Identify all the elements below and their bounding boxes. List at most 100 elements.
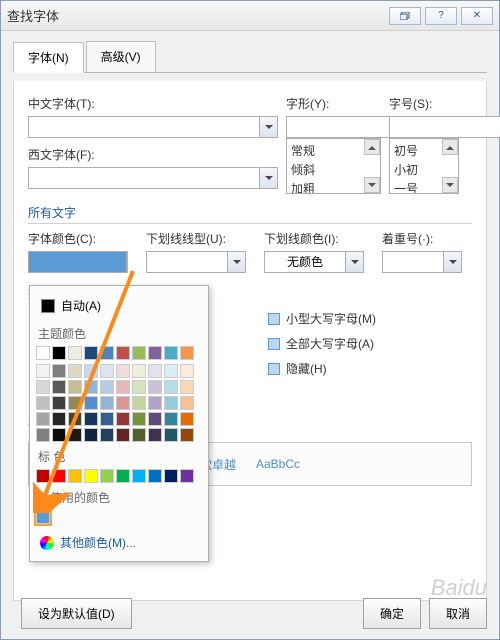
color-swatch[interactable] [52,428,66,442]
color-swatch[interactable] [100,346,114,360]
color-swatch[interactable] [148,380,162,394]
color-swatch[interactable] [116,469,130,483]
ok-button[interactable]: 确定 [363,598,421,629]
font-color-dropdown[interactable] [127,251,128,273]
color-swatch[interactable] [116,396,130,410]
color-swatch[interactable] [52,396,66,410]
emphasis-dropdown[interactable] [444,251,462,273]
color-swatch[interactable] [180,428,194,442]
small-caps-checkbox[interactable]: 小型大写字母(M) [268,310,472,327]
color-swatch[interactable] [132,469,146,483]
color-swatch[interactable] [164,396,178,410]
close-button[interactable]: ✕ [461,7,493,25]
tab-advanced[interactable]: 高级(V) [86,41,156,72]
color-swatch[interactable] [180,412,194,426]
color-swatch[interactable] [164,364,178,378]
scroll-down-icon[interactable] [364,177,380,193]
color-swatch[interactable] [164,469,178,483]
tab-font[interactable]: 字体(N) [13,42,84,73]
color-swatch[interactable] [148,346,162,360]
color-swatch[interactable] [148,469,162,483]
color-swatch[interactable] [68,396,82,410]
color-swatch[interactable] [84,346,98,360]
color-swatch[interactable] [180,364,194,378]
color-swatch[interactable] [84,380,98,394]
color-swatch[interactable] [100,380,114,394]
color-swatch[interactable] [164,428,178,442]
color-swatch[interactable] [116,412,130,426]
more-colors-button[interactable]: 其他颜色(M)... [36,530,202,555]
auto-color-row[interactable]: 自动(A) [36,292,202,319]
color-swatch[interactable] [68,364,82,378]
color-swatch[interactable] [36,396,50,410]
emphasis-combo[interactable] [382,251,462,273]
size-listbox[interactable]: 初号 小初 一号 [389,138,459,194]
color-swatch[interactable] [68,469,82,483]
color-swatch[interactable] [132,412,146,426]
size-input[interactable] [389,116,500,138]
color-swatch[interactable] [180,380,194,394]
underline-style-combo[interactable] [146,251,246,273]
western-font-input[interactable] [28,167,260,189]
restore-button[interactable] [389,7,421,25]
chinese-font-dropdown[interactable] [260,116,278,138]
all-caps-checkbox[interactable]: 全部大写字母(A) [268,335,472,352]
color-swatch[interactable] [36,380,50,394]
color-swatch[interactable] [36,428,50,442]
western-font-dropdown[interactable] [260,167,278,189]
color-swatch[interactable] [148,428,162,442]
color-swatch[interactable] [100,364,114,378]
color-swatch[interactable] [180,396,194,410]
color-swatch[interactable] [148,412,162,426]
color-swatch[interactable] [52,364,66,378]
color-swatch[interactable] [100,412,114,426]
underline-style-dropdown[interactable] [228,251,246,273]
color-swatch[interactable] [116,380,130,394]
color-swatch[interactable] [132,346,146,360]
color-swatch[interactable] [100,428,114,442]
color-swatch[interactable] [36,412,50,426]
western-font-combo[interactable] [28,167,278,189]
color-swatch[interactable] [116,346,130,360]
font-color-combo[interactable] [28,251,128,273]
color-swatch[interactable] [180,469,194,483]
color-swatch[interactable] [116,364,130,378]
set-default-button[interactable]: 设为默认值(D) [21,598,132,629]
style-listbox[interactable]: 常规 倾斜 加粗 [286,138,381,194]
color-swatch[interactable] [164,346,178,360]
color-swatch[interactable] [84,469,98,483]
color-swatch[interactable] [84,412,98,426]
color-swatch[interactable] [164,412,178,426]
color-swatch[interactable] [68,380,82,394]
color-swatch[interactable] [36,469,50,483]
color-swatch[interactable] [132,396,146,410]
color-swatch[interactable] [116,428,130,442]
color-swatch[interactable] [84,364,98,378]
color-swatch[interactable] [84,396,98,410]
color-swatch[interactable] [68,346,82,360]
color-swatch[interactable] [148,396,162,410]
color-swatch[interactable] [180,346,194,360]
scroll-up-icon[interactable] [442,139,458,155]
color-swatch[interactable] [100,469,114,483]
color-swatch[interactable] [68,412,82,426]
color-swatch[interactable] [36,364,50,378]
color-swatch[interactable] [36,346,50,360]
underline-color-dropdown[interactable] [346,251,364,273]
scroll-up-icon[interactable] [364,139,380,155]
color-swatch[interactable] [84,428,98,442]
color-swatch[interactable] [68,428,82,442]
color-swatch[interactable] [36,510,50,524]
color-swatch[interactable] [52,469,66,483]
cancel-button[interactable]: 取消 [429,598,487,629]
color-swatch[interactable] [52,380,66,394]
color-swatch[interactable] [148,364,162,378]
color-swatch[interactable] [52,412,66,426]
chinese-font-input[interactable] [28,116,260,138]
color-swatch[interactable] [52,346,66,360]
scroll-down-icon[interactable] [442,177,458,193]
color-swatch[interactable] [100,396,114,410]
hidden-checkbox[interactable]: 隐藏(H) [268,360,472,377]
color-swatch[interactable] [132,380,146,394]
chinese-font-combo[interactable] [28,116,278,138]
